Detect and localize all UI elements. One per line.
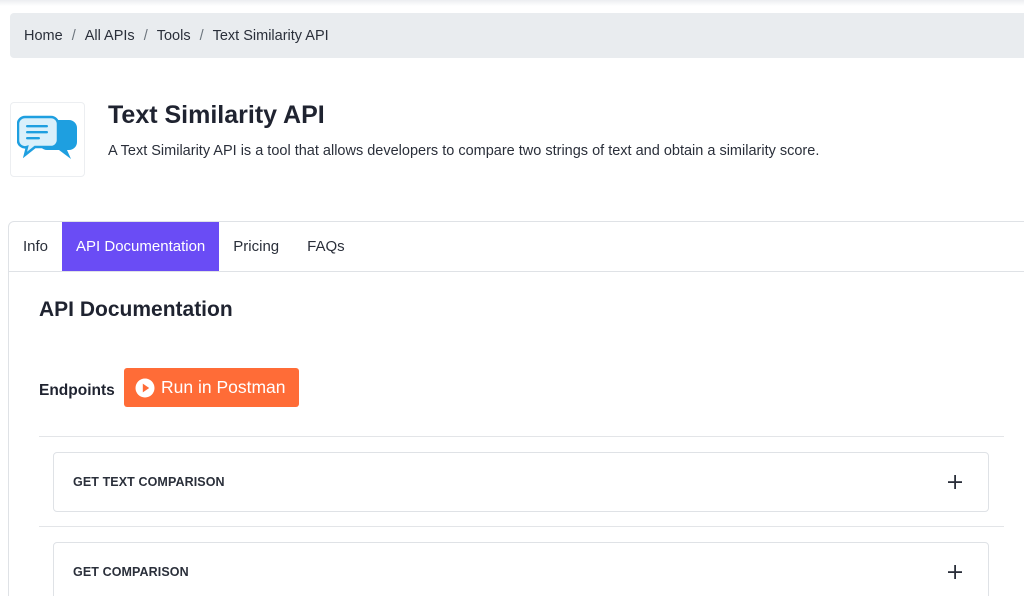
divider bbox=[39, 436, 1004, 437]
endpoint-get-comparison[interactable]: GET COMPARISON bbox=[53, 542, 989, 596]
divider bbox=[39, 526, 1004, 527]
breadcrumb-current: Text Similarity API bbox=[212, 27, 329, 44]
endpoint-name: GET TEXT COMPARISON bbox=[73, 475, 225, 489]
plus-icon[interactable] bbox=[948, 565, 962, 579]
run-in-postman-label: Run in Postman bbox=[161, 377, 286, 397]
breadcrumb: Home / All APIs / Tools / Text Similarit… bbox=[10, 13, 1024, 58]
tab-faqs[interactable]: FAQs bbox=[293, 222, 359, 271]
breadcrumb-separator: / bbox=[143, 27, 148, 44]
breadcrumb-separator: / bbox=[199, 27, 204, 44]
breadcrumb-home[interactable]: Home bbox=[24, 28, 63, 44]
endpoint-get-text-comparison[interactable]: GET TEXT COMPARISON bbox=[53, 452, 989, 512]
play-circle-icon bbox=[135, 378, 155, 398]
api-title: Text Similarity API bbox=[108, 101, 325, 129]
breadcrumb-tools[interactable]: Tools bbox=[157, 28, 191, 44]
endpoints-label: Endpoints bbox=[39, 382, 115, 399]
chat-bubbles-icon bbox=[16, 115, 77, 159]
api-logo bbox=[10, 102, 85, 177]
api-description: A Text Similarity API is a tool that all… bbox=[108, 143, 820, 159]
tab-pricing[interactable]: Pricing bbox=[219, 222, 293, 271]
top-shadow bbox=[0, 0, 1024, 6]
breadcrumb-all-apis[interactable]: All APIs bbox=[85, 28, 135, 44]
tab-api-documentation[interactable]: API Documentation bbox=[62, 222, 220, 271]
api-card: Info API Documentation Pricing FAQs API … bbox=[8, 221, 1024, 596]
endpoint-name: GET COMPARISON bbox=[73, 565, 189, 579]
plus-icon[interactable] bbox=[948, 475, 962, 489]
documentation-heading: API Documentation bbox=[39, 298, 233, 321]
tab-info[interactable]: Info bbox=[9, 222, 62, 271]
breadcrumb-separator: / bbox=[71, 27, 76, 44]
run-in-postman-button[interactable]: Run in Postman bbox=[124, 368, 299, 407]
tab-bar: Info API Documentation Pricing FAQs bbox=[9, 222, 1024, 272]
